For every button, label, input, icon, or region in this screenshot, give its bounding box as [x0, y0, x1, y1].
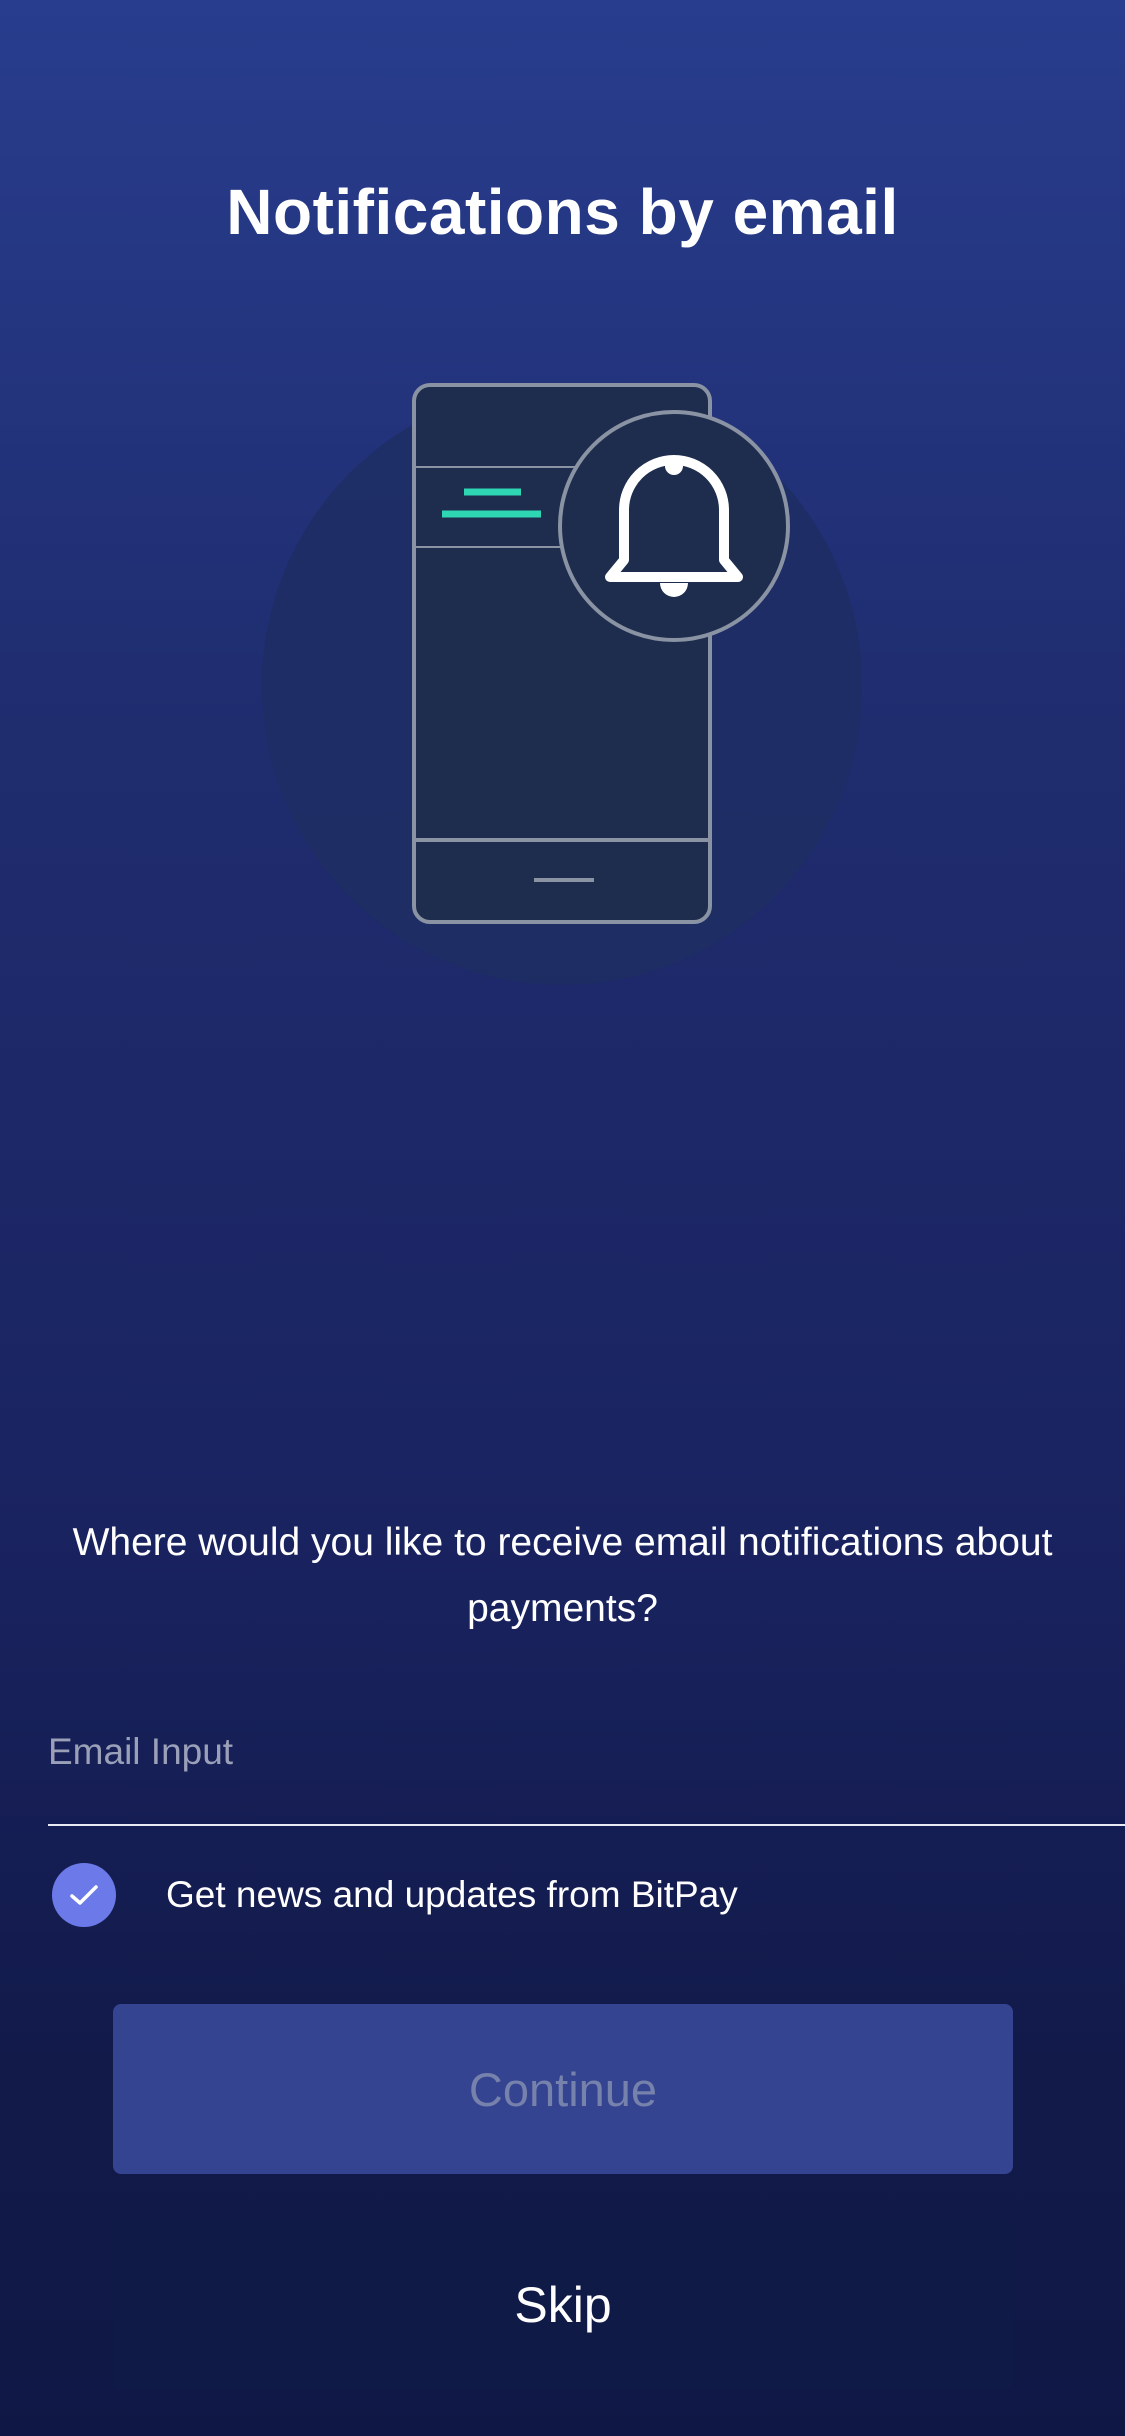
email-field[interactable]	[48, 1720, 1125, 1826]
news-updates-label: Get news and updates from BitPay	[166, 1874, 738, 1915]
bell-icon	[558, 410, 790, 642]
news-updates-option[interactable]: Get news and updates from BitPay	[52, 1862, 738, 1928]
skip-button[interactable]: Skip	[113, 2220, 1013, 2390]
news-updates-checkbox[interactable]	[52, 1863, 116, 1927]
continue-button[interactable]: Continue	[113, 2004, 1013, 2174]
page-title: Notifications by email	[226, 176, 899, 248]
email-input[interactable]	[48, 1720, 1125, 1784]
phone-notification-illustration	[262, 383, 862, 985]
checkmark-icon	[70, 1885, 98, 1905]
email-question-text: Where would you like to receive email no…	[72, 1521, 1053, 1630]
